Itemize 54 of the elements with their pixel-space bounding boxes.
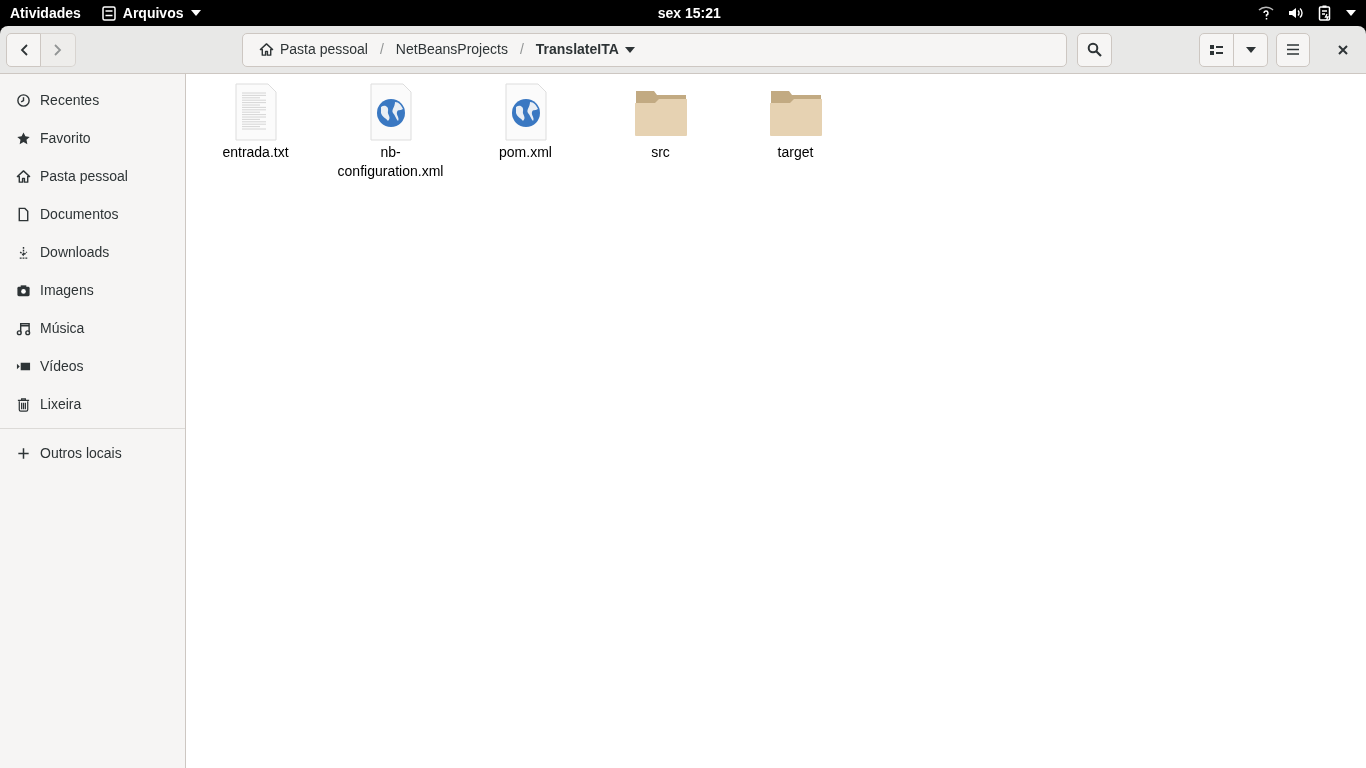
caret-down-icon (1346, 10, 1356, 16)
menu-icon (1287, 44, 1299, 55)
file-item[interactable]: target (728, 81, 863, 162)
file-item[interactable]: nb-configuration.xml (323, 81, 458, 181)
clock-icon (16, 92, 31, 108)
file-item[interactable]: entrada.txt (188, 81, 323, 162)
home-icon (259, 42, 274, 57)
home-icon (16, 168, 31, 184)
chevron-right-icon (54, 43, 62, 56)
path-segment[interactable]: TranslateITA (531, 39, 639, 60)
sidebar-item[interactable]: Pasta pessoal (0, 157, 185, 195)
sidebar-item[interactable]: Música (0, 309, 185, 347)
sidebar-item[interactable]: Vídeos (0, 347, 185, 385)
plus-icon (16, 445, 31, 461)
path-segment[interactable]: Pasta pessoal (255, 39, 372, 60)
app-menu-button[interactable]: Arquivos (101, 2, 201, 24)
file-cabinet-icon (101, 5, 116, 21)
view-options-button[interactable] (1234, 32, 1268, 67)
clock-button[interactable]: sex 15:21 (657, 2, 721, 24)
globe-document-icon (368, 83, 413, 141)
sidebar-item[interactable]: Downloads (0, 233, 185, 271)
path-segment[interactable]: NetBeansProjects (391, 39, 512, 60)
speaker-icon (1288, 5, 1304, 21)
caret-down-icon (190, 10, 201, 16)
star-icon (16, 130, 31, 146)
music-note-icon (16, 320, 31, 336)
list-view-icon (1210, 44, 1223, 55)
search-button[interactable] (1077, 32, 1112, 67)
sidebar-item[interactable]: Lixeira (0, 385, 185, 423)
search-icon (1087, 42, 1103, 57)
back-button[interactable] (6, 32, 41, 67)
globe-document-icon (503, 83, 548, 141)
close-icon (1338, 44, 1348, 55)
caret-down-icon (1245, 46, 1256, 53)
wifi-question-icon (1258, 5, 1274, 21)
battery-charging-icon (1318, 5, 1332, 21)
path-separator: / (518, 40, 525, 59)
sidebar-item[interactable]: Imagens (0, 271, 185, 309)
document-icon (16, 206, 31, 222)
sidebar-item[interactable]: Favorito (0, 119, 185, 157)
file-item[interactable]: src (593, 81, 728, 162)
sidebar-item[interactable]: Documentos (0, 195, 185, 233)
sidebar-item[interactable]: Recentes (0, 81, 185, 119)
chevron-left-icon (19, 43, 28, 56)
file-item[interactable]: pom.xml (458, 81, 593, 162)
trash-icon (16, 396, 31, 412)
sidebar-item[interactable]: Outros locais (0, 434, 185, 472)
caret-down-icon (624, 46, 635, 53)
path-separator: / (378, 40, 385, 59)
text-document-icon (233, 83, 278, 141)
activities-button[interactable]: Atividades (10, 2, 81, 24)
view-mode-button[interactable] (1199, 32, 1234, 67)
menu-button[interactable] (1276, 32, 1310, 67)
camera-icon (16, 282, 31, 298)
